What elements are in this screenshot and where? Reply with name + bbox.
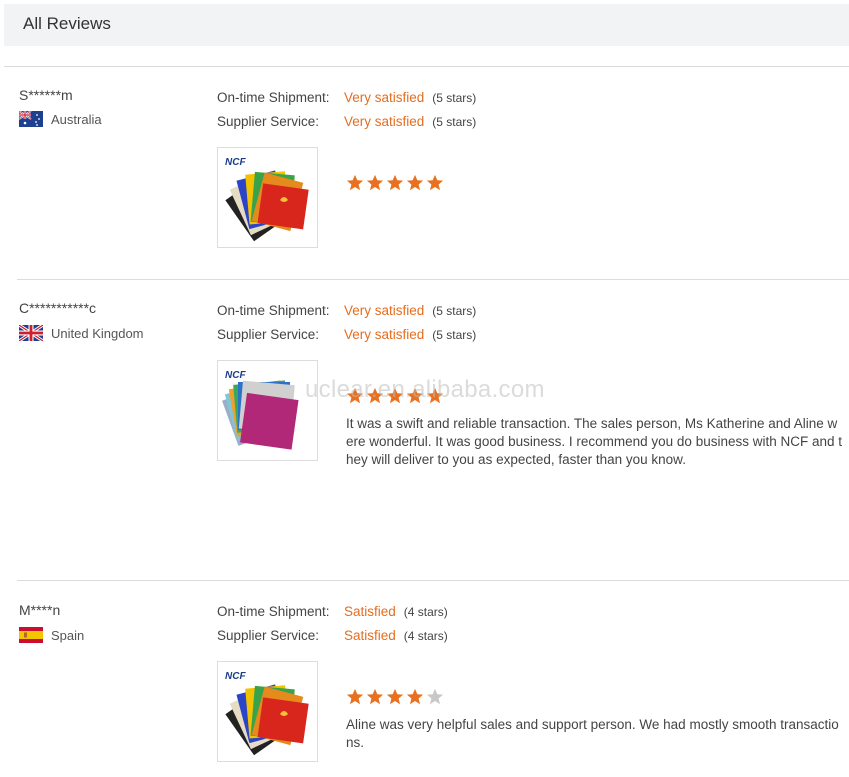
divider bbox=[17, 580, 849, 581]
buyer-name: S******m bbox=[19, 87, 73, 103]
star-icon bbox=[406, 387, 424, 404]
service-value: Very satisfied bbox=[344, 327, 425, 342]
divider bbox=[4, 66, 849, 67]
review-comment: It was a swift and reliable transaction.… bbox=[346, 416, 842, 467]
uk-flag-icon bbox=[19, 325, 43, 341]
brand-logo: NCF bbox=[225, 157, 246, 168]
shipment-rating: On-time Shipment: Satisfied (4 stars) bbox=[217, 604, 448, 619]
product-thumbnail[interactable]: NCF bbox=[217, 661, 318, 762]
star-icon bbox=[426, 387, 444, 404]
service-stars: (5 stars) bbox=[432, 328, 477, 342]
product-thumbnail[interactable]: NCF bbox=[217, 147, 318, 248]
brand-logo: NCF bbox=[225, 671, 246, 682]
buyer-name: C***********c bbox=[19, 300, 97, 316]
reviews-header: All Reviews bbox=[4, 4, 849, 46]
shipment-stars: (5 stars) bbox=[432, 91, 477, 105]
star-rating bbox=[346, 387, 444, 405]
service-label: Supplier Service: bbox=[217, 628, 320, 643]
product-thumbnail[interactable]: NCF bbox=[217, 360, 318, 461]
buyer-country: Spain bbox=[19, 627, 84, 643]
star-icon bbox=[426, 688, 444, 705]
service-label: Supplier Service: bbox=[217, 327, 320, 342]
service-rating: Supplier Service: Very satisfied (5 star… bbox=[217, 327, 476, 342]
service-label: Supplier Service: bbox=[217, 114, 320, 129]
star-icon bbox=[406, 688, 424, 705]
star-rating bbox=[346, 174, 444, 192]
shipment-value: Very satisfied bbox=[344, 303, 425, 318]
service-value: Satisfied bbox=[344, 628, 396, 643]
star-icon bbox=[346, 387, 364, 404]
star-icon bbox=[426, 174, 444, 191]
divider bbox=[17, 279, 849, 280]
star-icon bbox=[366, 387, 384, 404]
star-icon bbox=[386, 174, 404, 191]
shipment-value: Satisfied bbox=[344, 604, 396, 619]
buyer-country: United Kingdom bbox=[19, 325, 144, 341]
product-image: NCF bbox=[225, 157, 309, 242]
spain-flag-icon bbox=[19, 627, 43, 643]
shipment-rating: On-time Shipment: Very satisfied (5 star… bbox=[217, 303, 476, 318]
buyer-country: Australia bbox=[19, 111, 102, 127]
shipment-stars: (5 stars) bbox=[432, 304, 477, 318]
star-icon bbox=[346, 688, 364, 705]
star-icon bbox=[406, 174, 424, 191]
shipment-rating: On-time Shipment: Very satisfied (5 star… bbox=[217, 90, 476, 105]
page-title: All Reviews bbox=[23, 14, 111, 33]
buyer-name: M****n bbox=[19, 602, 61, 618]
star-icon bbox=[386, 688, 404, 705]
service-rating: Supplier Service: Very satisfied (5 star… bbox=[217, 114, 476, 129]
service-value: Very satisfied bbox=[344, 114, 425, 129]
review-comment: Aline was very helpful sales and support… bbox=[346, 717, 839, 750]
star-rating bbox=[346, 688, 444, 706]
shipment-stars: (4 stars) bbox=[403, 605, 448, 619]
star-icon bbox=[346, 174, 364, 191]
star-icon bbox=[366, 688, 384, 705]
brand-logo: NCF bbox=[225, 370, 246, 381]
shipment-value: Very satisfied bbox=[344, 90, 425, 105]
shipment-label: On-time Shipment: bbox=[217, 303, 330, 318]
star-icon bbox=[386, 387, 404, 404]
country-name: United Kingdom bbox=[51, 325, 144, 341]
country-name: Australia bbox=[51, 111, 102, 127]
australia-flag-icon bbox=[19, 111, 43, 127]
product-image: NCF bbox=[222, 370, 299, 450]
service-stars: (4 stars) bbox=[403, 629, 448, 643]
service-stars: (5 stars) bbox=[432, 115, 477, 129]
product-image: NCF bbox=[225, 671, 309, 756]
country-name: Spain bbox=[51, 627, 85, 643]
star-icon bbox=[366, 174, 384, 191]
shipment-label: On-time Shipment: bbox=[217, 604, 330, 619]
shipment-label: On-time Shipment: bbox=[217, 90, 330, 105]
service-rating: Supplier Service: Satisfied (4 stars) bbox=[217, 628, 448, 643]
